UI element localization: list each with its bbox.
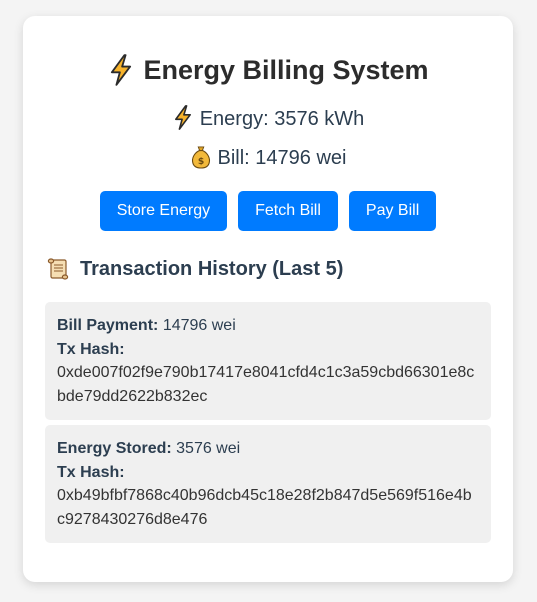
svg-text:$: $ xyxy=(197,156,203,167)
billing-card: Energy Billing System Energy: 3576 kWh $… xyxy=(23,16,513,582)
transaction-type: Bill Payment: xyxy=(57,317,159,334)
pay-bill-button[interactable]: Pay Bill xyxy=(348,191,437,231)
transaction-amount: 3576 wei xyxy=(176,440,241,457)
transaction-summary: Energy Stored: 3576 wei xyxy=(57,437,479,461)
energy-value: 3576 kWh xyxy=(274,108,365,130)
store-energy-button[interactable]: Store Energy xyxy=(99,191,228,231)
bill-readout: $ Bill: 14796 wei xyxy=(23,145,513,171)
tx-hash-label: Tx Hash: xyxy=(57,340,125,358)
page-title: Energy Billing System xyxy=(23,53,513,88)
energy-readout: Energy: 3576 kWh xyxy=(23,105,513,132)
history-heading: Transaction History (Last 5) xyxy=(46,256,343,282)
transaction-hash: 0xde007f02f9e790b17417e8041cfd4c1c3a59cb… xyxy=(57,364,475,405)
transaction-item: Energy Stored: 3576 wei Tx Hash: 0xb49bf… xyxy=(45,425,491,543)
bill-value: 14796 wei xyxy=(255,147,347,169)
transaction-type: Energy Stored: xyxy=(57,440,172,457)
bill-label: Bill: xyxy=(217,147,250,169)
lightning-bolt-icon xyxy=(174,105,191,131)
tx-hash-label: Tx Hash: xyxy=(57,463,125,481)
transaction-hash: 0xb49bfbf7868c40b96dcb45c18e28f2b847d5e5… xyxy=(57,487,472,528)
action-buttons: Store Energy Fetch Bill Pay Bill xyxy=(23,191,513,231)
app-title-text: Energy Billing System xyxy=(143,55,429,85)
transaction-item: Bill Payment: 14796 wei Tx Hash: 0xde007… xyxy=(45,302,491,420)
lightning-bolt-icon xyxy=(111,54,132,86)
history-heading-text: Transaction History (Last 5) xyxy=(80,258,344,280)
transaction-amount: 14796 wei xyxy=(162,317,236,334)
transaction-summary: Bill Payment: 14796 wei xyxy=(57,314,479,338)
money-bag-icon: $ xyxy=(191,146,210,169)
scroll-icon xyxy=(47,258,69,280)
energy-label: Energy: xyxy=(199,108,269,130)
transaction-hash-label-row: Tx Hash: xyxy=(57,338,479,362)
fetch-bill-button[interactable]: Fetch Bill xyxy=(238,191,338,231)
transaction-hash-label-row: Tx Hash: xyxy=(57,461,479,485)
